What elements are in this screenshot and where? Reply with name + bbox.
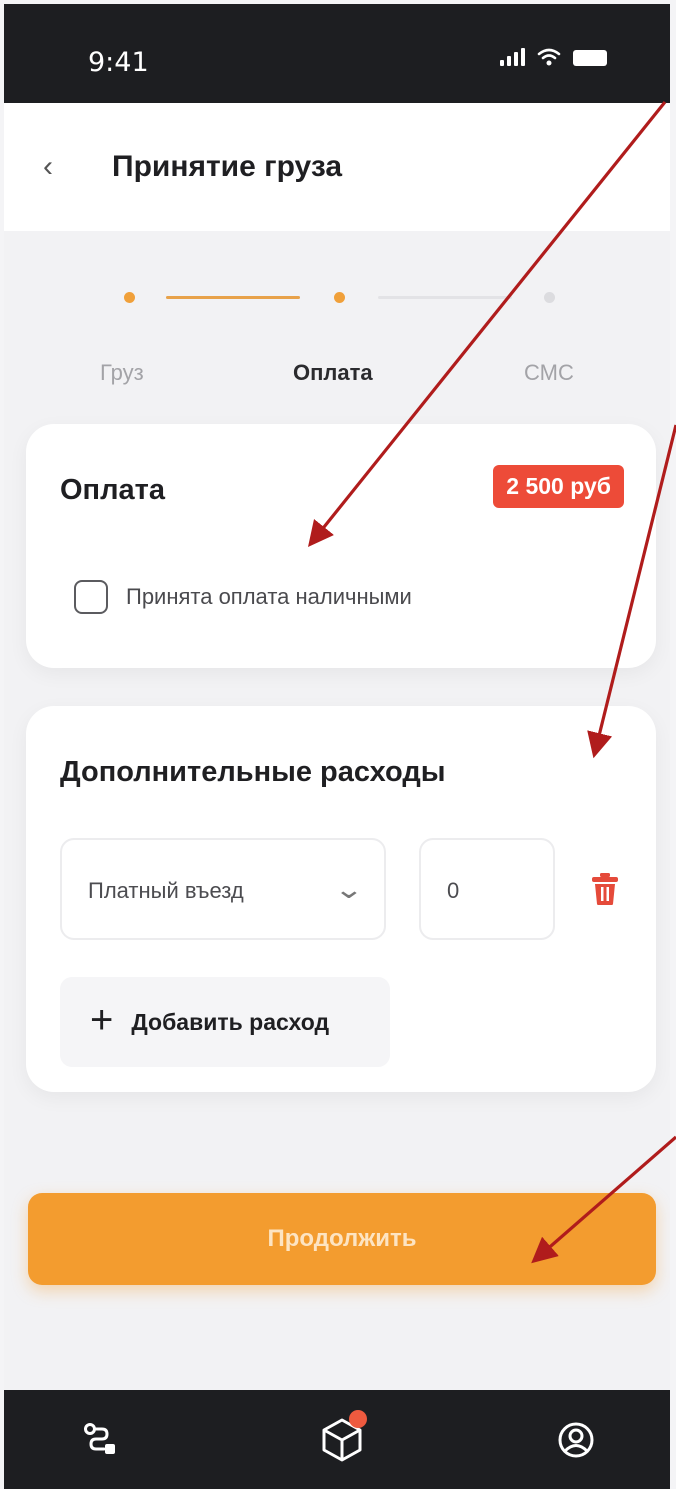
battery-icon bbox=[573, 50, 607, 66]
route-icon[interactable] bbox=[80, 1420, 120, 1460]
back-button[interactable]: ‹ bbox=[32, 147, 64, 187]
chevron-down-icon: ⌄ bbox=[333, 874, 365, 904]
step-label-cargo[interactable]: Груз bbox=[100, 360, 144, 386]
step-dot-sms bbox=[544, 292, 555, 303]
status-icons bbox=[500, 48, 607, 66]
cash-payment-label: Принята оплата наличными bbox=[126, 584, 412, 609]
package-icon[interactable] bbox=[314, 1408, 372, 1464]
add-expense-button[interactable]: + Добавить расход bbox=[60, 977, 390, 1067]
trash-icon[interactable] bbox=[591, 872, 619, 906]
stepper: Груз Оплата СМС bbox=[4, 274, 670, 394]
step-line-pending bbox=[378, 296, 512, 299]
continue-button[interactable]: Продолжить bbox=[28, 1193, 656, 1285]
phone-screen: 9:41 ‹ Принятие груза Груз Оплата СМС Оп… bbox=[4, 4, 670, 1489]
chevron-left-icon: ‹ bbox=[43, 150, 53, 183]
page-title: Принятие груза bbox=[112, 150, 343, 183]
status-bar: 9:41 bbox=[4, 4, 670, 103]
step-label-sms[interactable]: СМС bbox=[524, 360, 574, 386]
step-label-payment[interactable]: Оплата bbox=[293, 360, 373, 386]
step-line-done bbox=[166, 296, 300, 299]
payment-title: Оплата bbox=[60, 474, 165, 506]
signal-icon bbox=[500, 48, 525, 66]
tab-bar bbox=[4, 1390, 670, 1489]
wifi-icon bbox=[537, 48, 561, 66]
profile-icon[interactable] bbox=[556, 1420, 596, 1460]
app-header: ‹ Принятие груза bbox=[4, 103, 670, 231]
cash-payment-checkbox-row[interactable]: Принята оплата наличными bbox=[74, 580, 412, 614]
expenses-title: Дополнительные расходы bbox=[60, 756, 446, 788]
expense-amount-input[interactable]: 0 bbox=[419, 838, 555, 940]
expense-amount-value: 0 bbox=[447, 878, 460, 903]
add-expense-label: Добавить расход bbox=[131, 1008, 330, 1035]
expense-type-value: Платный въезд bbox=[88, 878, 244, 903]
cash-payment-checkbox[interactable] bbox=[74, 580, 108, 614]
expense-type-select[interactable]: Платный въезд ⌄ bbox=[60, 838, 386, 940]
step-dot-cargo bbox=[124, 292, 135, 303]
continue-label: Продолжить bbox=[267, 1225, 417, 1252]
plus-icon: + bbox=[90, 998, 114, 1042]
status-time: 9:41 bbox=[88, 47, 149, 78]
step-dot-payment bbox=[334, 292, 345, 303]
price-badge: 2 500 руб bbox=[493, 465, 624, 508]
payment-card: Оплата 2 500 руб Принята оплата наличным… bbox=[26, 424, 656, 668]
notification-badge bbox=[349, 1410, 367, 1428]
